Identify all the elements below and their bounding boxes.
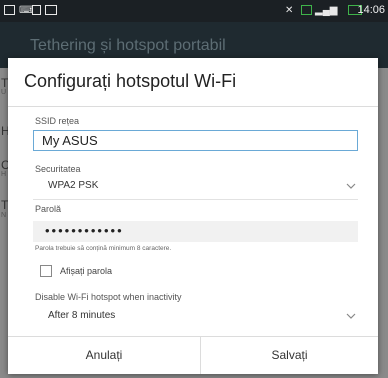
hotspot-config-dialog: Configurați hotspotul Wi-Fi SSID rețea M… (8, 58, 378, 374)
wifi-hotspot-icon: ▂▄▆ (315, 5, 338, 16)
dialog-title: Configurați hotspotul Wi-Fi (24, 71, 237, 91)
disable-hotspot-dropdown[interactable]: After 8 minutes (33, 306, 363, 326)
gallery-icon (45, 5, 57, 15)
chevron-down-icon (346, 313, 356, 319)
cancel-button[interactable]: Anulați (8, 337, 200, 374)
password-label: Parolă (35, 204, 62, 214)
signal-icon (301, 5, 312, 15)
chevron-down-icon (346, 183, 356, 189)
title-divider (8, 106, 378, 107)
ssid-label: SSID rețea (35, 116, 80, 126)
security-dropdown[interactable]: WPA2 PSK (33, 176, 363, 196)
disable-hotspot-value: After 8 minutes (48, 310, 116, 321)
save-button[interactable]: Salvați (201, 337, 378, 374)
disable-hotspot-label: Disable Wi-Fi hotspot when inactivity (35, 292, 182, 302)
security-label: Securitatea (35, 164, 81, 174)
password-hint: Parola trebuie să conțină minimum 8 cara… (35, 245, 172, 252)
app-title: Tethering și hotspot portabil (30, 37, 226, 54)
list-item-sub: H (1, 171, 7, 178)
security-value: WPA2 PSK (48, 180, 99, 191)
list-item-sub: N (1, 212, 7, 219)
clock: 14:06 (357, 4, 385, 16)
security-underline (33, 199, 358, 200)
notification-icon (4, 5, 15, 15)
show-password-checkbox[interactable] (40, 265, 52, 277)
password-input[interactable]: •••••••••••• (33, 221, 358, 242)
mute-icon: ✕ (285, 5, 294, 16)
ssid-input[interactable]: My ASUS (33, 130, 358, 151)
sim-icon (32, 5, 41, 15)
show-password-label: Afișați parola (60, 266, 113, 276)
status-bar: ⌨ ✕ ▂▄▆ 14:06 (0, 0, 388, 22)
list-item-sub: U (1, 89, 7, 96)
